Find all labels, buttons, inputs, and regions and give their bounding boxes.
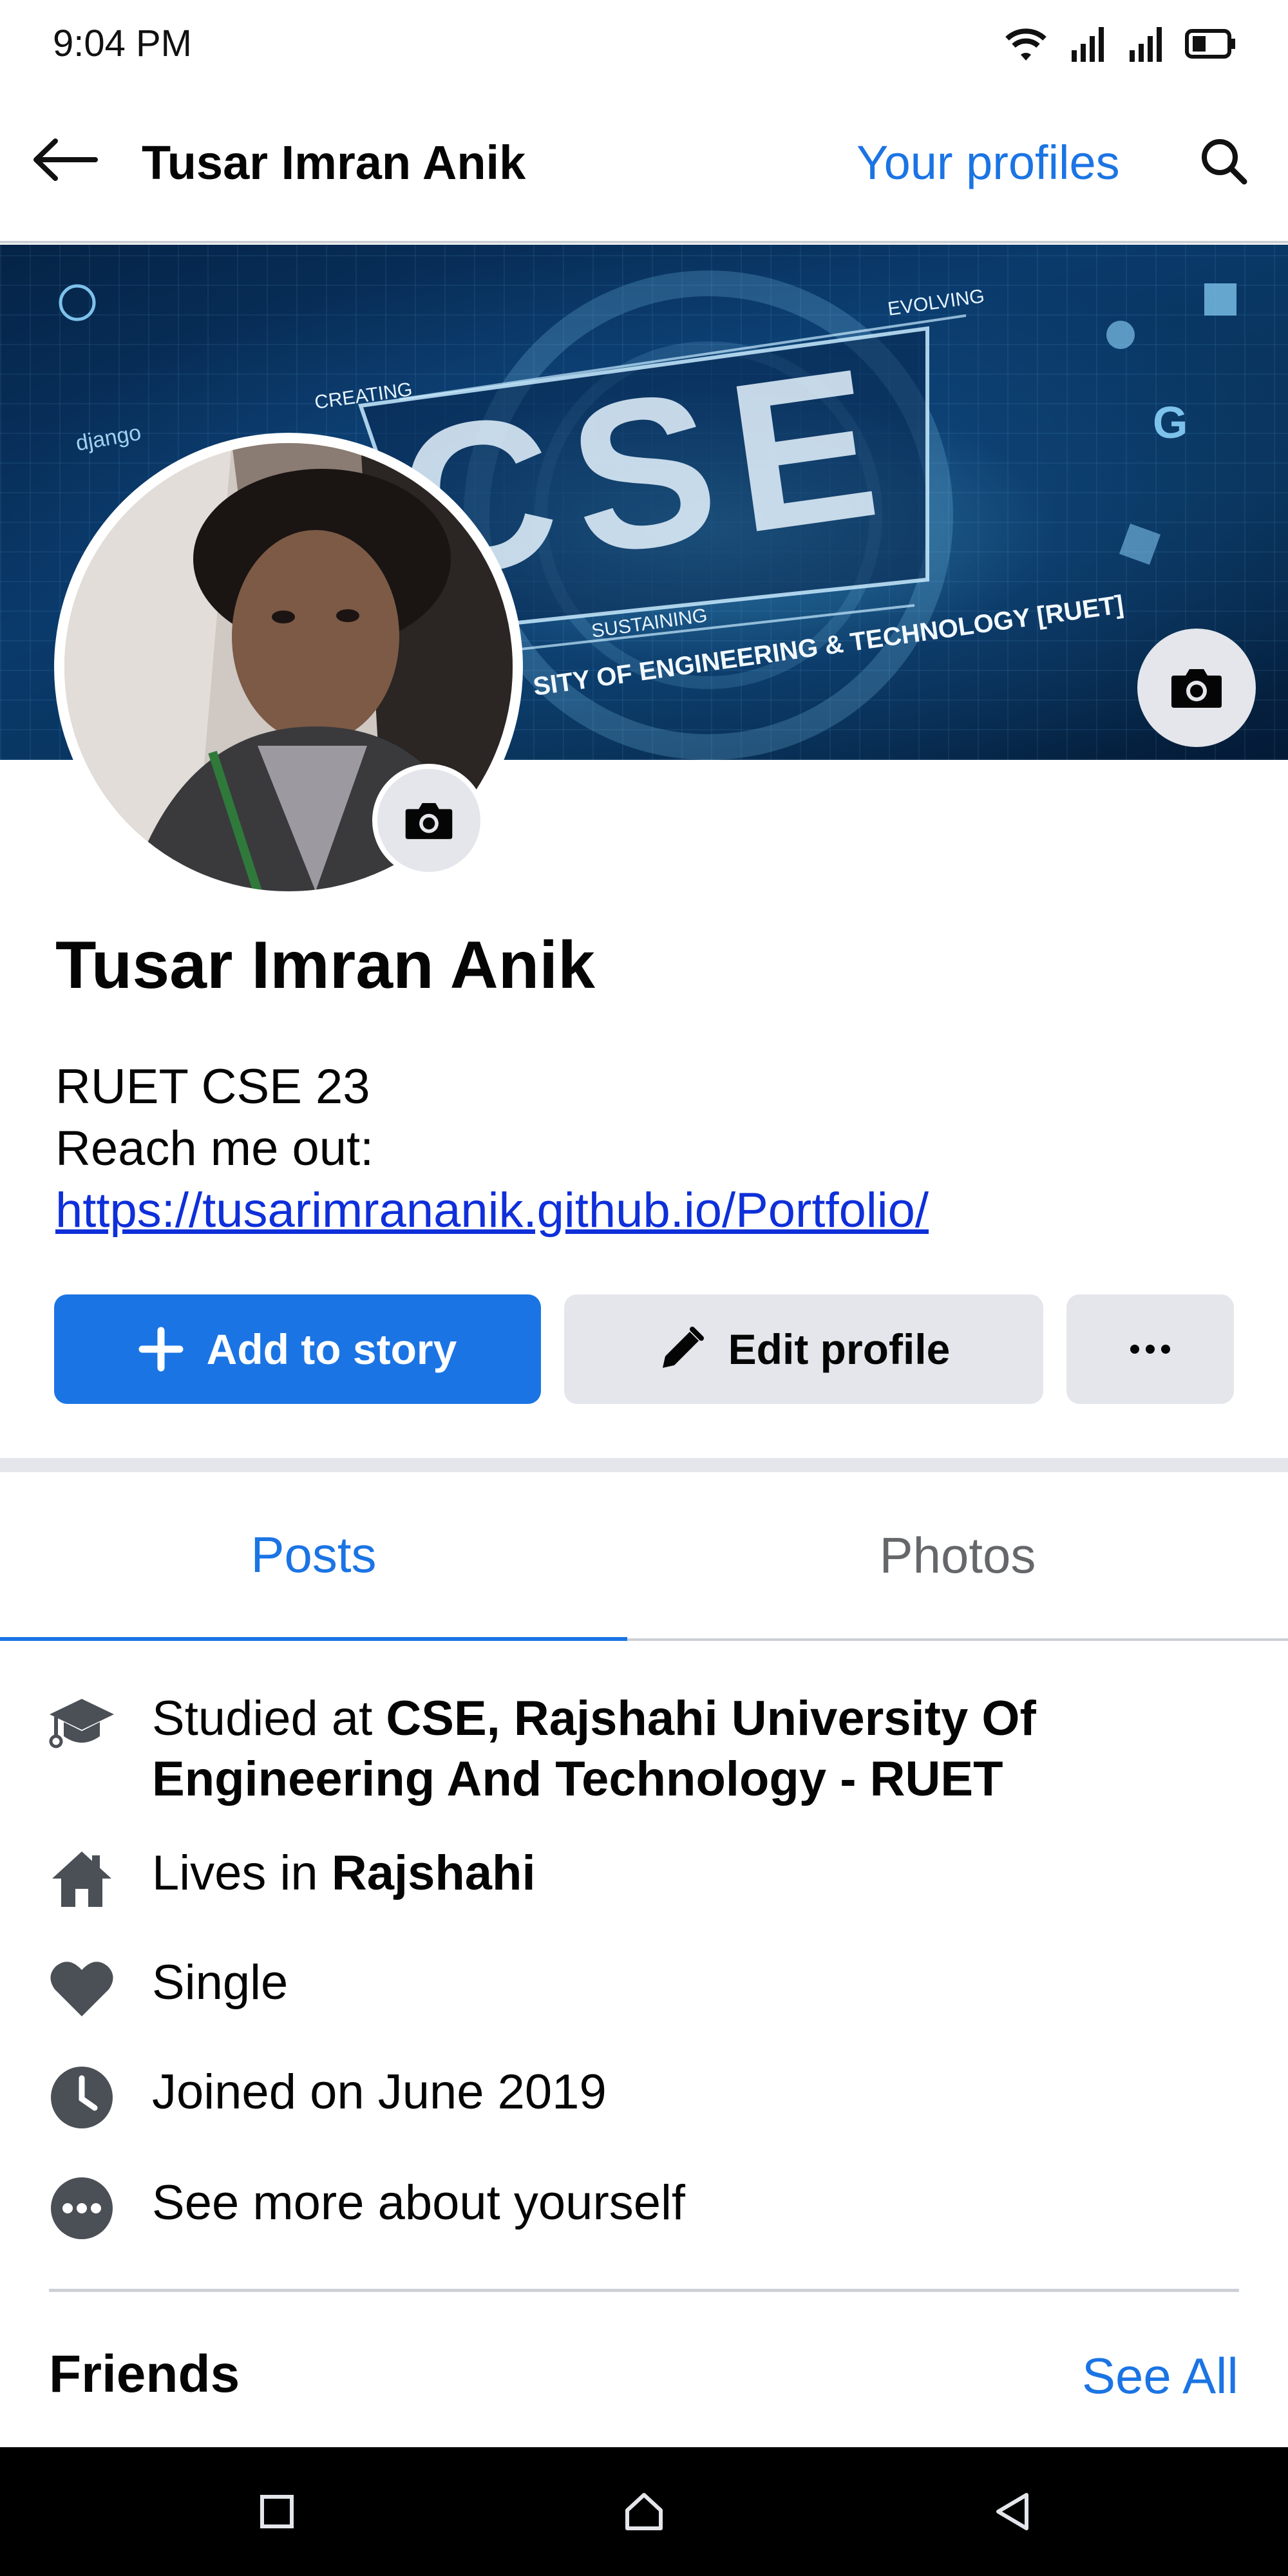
portfolio-link[interactable]: https://tusarimrananik.github.io/Portfol…	[55, 1180, 929, 1242]
see-more-text[interactable]: See more about yourself	[152, 2173, 1247, 2233]
education-text: Studied at CSE, Rajshahi University Of E…	[152, 1689, 1247, 1810]
home-nav-icon[interactable]	[605, 2473, 683, 2550]
signal-icon-1	[1072, 27, 1104, 62]
section-divider	[0, 1458, 1288, 1472]
wifi-icon	[1005, 28, 1046, 61]
app-bar-title: Tusar Imran Anik	[142, 136, 526, 189]
tab-posts[interactable]: Posts	[0, 1472, 627, 1641]
avatar-camera-button[interactable]	[372, 764, 486, 877]
system-navigation-bar	[0, 2447, 1288, 2576]
camera-icon	[1171, 669, 1222, 708]
cover-camera-button[interactable]	[1137, 629, 1256, 747]
add-to-story-button[interactable]: Add to story	[54, 1294, 541, 1404]
pencil-icon	[658, 1325, 705, 1373]
see-all-friends-link[interactable]: See All	[1082, 2347, 1238, 2405]
bio-line-1: RUET CSE 23	[55, 1059, 370, 1114]
more-options-button[interactable]	[1066, 1294, 1234, 1404]
battery-icon	[1185, 29, 1235, 59]
residence-text: Lives in Rajshahi	[152, 1843, 1247, 1904]
plus-icon	[138, 1327, 184, 1372]
edit-profile-button[interactable]: Edit profile	[564, 1294, 1043, 1404]
home-icon	[46, 1843, 117, 1914]
back-arrow-icon[interactable]	[28, 124, 100, 196]
signal-icon-2	[1130, 27, 1162, 62]
studied-prefix: Studied at	[152, 1691, 386, 1746]
profile-tabs: Posts Photos	[0, 1472, 1288, 1641]
bio-line-2: Reach me out:	[55, 1121, 374, 1176]
profile-bio: RUET CSE 23 Reach me out: https://tusari…	[55, 1056, 929, 1242]
status-time: 9:04 PM	[53, 23, 192, 64]
camera-icon	[405, 803, 453, 839]
relationship-text: Single	[152, 1955, 289, 2010]
top-app-bar: Tusar Imran Anik Your profiles	[0, 84, 1288, 243]
joined-text: Joined on June 2019	[152, 2065, 607, 2119]
django-tag-text: django	[74, 421, 143, 456]
svg-text:G: G	[1153, 397, 1188, 448]
clock-icon	[46, 2062, 117, 2133]
banner-evolving-text: EVOLVING	[886, 285, 985, 320]
status-bar: 9:04 PM	[0, 0, 1288, 84]
more-dots-icon	[1130, 1345, 1170, 1354]
heart-icon	[46, 1953, 117, 2023]
back-nav-icon[interactable]	[974, 2473, 1051, 2550]
tab-photos[interactable]: Photos	[627, 1472, 1288, 1638]
your-profiles-link[interactable]: Your profiles	[857, 135, 1120, 190]
friends-heading: Friends	[49, 2345, 240, 2403]
city-name[interactable]: Rajshahi	[332, 1846, 536, 1900]
graduation-cap-icon	[46, 1689, 117, 1759]
add-to-story-label: Add to story	[206, 1325, 457, 1373]
status-icons	[1002, 24, 1236, 63]
list-divider	[49, 2289, 1239, 2292]
edit-profile-label: Edit profile	[728, 1325, 951, 1373]
lives-prefix: Lives in	[152, 1846, 332, 1900]
more-circle-icon	[46, 2173, 117, 2244]
profile-name: Tusar Imran Anik	[55, 928, 595, 1003]
search-icon[interactable]	[1191, 129, 1256, 193]
recent-apps-icon[interactable]	[238, 2473, 316, 2550]
